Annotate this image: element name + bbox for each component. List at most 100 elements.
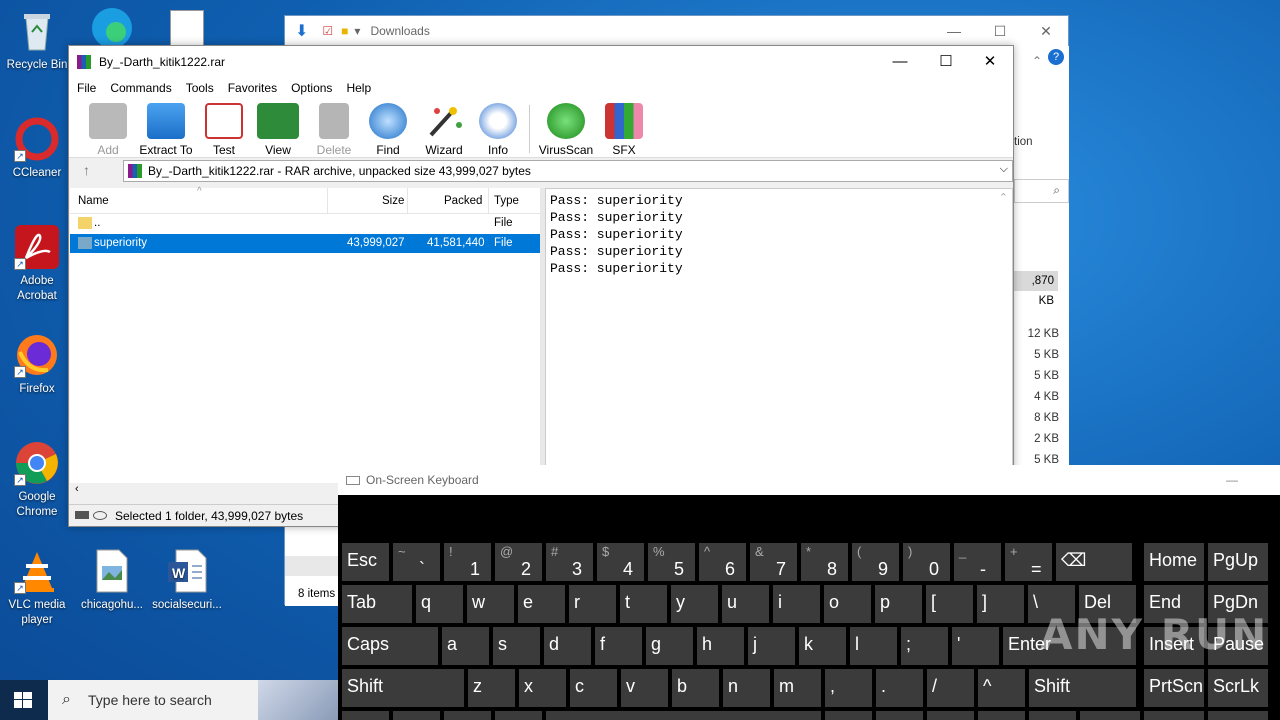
menu-help[interactable]: Help <box>346 81 371 95</box>
google-chrome-icon[interactable]: ↗ Google Chrome <box>0 440 74 520</box>
key-char[interactable]: Esc <box>342 543 389 581</box>
delete-button[interactable]: Delete <box>306 103 362 157</box>
view-button[interactable]: View <box>250 103 306 157</box>
quick-access-dropdown-icon[interactable]: ▾ <box>354 24 360 38</box>
find-button[interactable]: Find <box>360 103 416 157</box>
key-v[interactable]: v <box>621 669 668 707</box>
explorer-close-button[interactable]: ✕ <box>1023 16 1069 46</box>
key-symbol[interactable]: [ <box>926 585 973 623</box>
edge-icon[interactable] <box>88 4 136 48</box>
key-char[interactable]: PgUp <box>1208 543 1268 581</box>
key-help[interactable]: Help <box>1208 711 1268 720</box>
maximize-button[interactable]: ☐ <box>923 46 969 77</box>
extract-to-button[interactable]: Extract To <box>137 103 195 157</box>
key-k[interactable]: k <box>799 627 846 665</box>
scroll-up-icon[interactable]: ⌃ <box>999 191 1008 208</box>
key-a[interactable]: a <box>442 627 489 665</box>
key-symbol[interactable]: ; <box>901 627 948 665</box>
menu-file[interactable]: File <box>77 81 96 95</box>
menu-options[interactable]: Options <box>291 81 332 95</box>
key-y[interactable]: y <box>671 585 718 623</box>
key-symbol[interactable]: > <box>1029 711 1076 720</box>
drive-icon[interactable] <box>75 511 89 519</box>
key-symbol[interactable]: ] <box>977 585 1024 623</box>
address-field[interactable]: By_-Darth_kitik1222.rar - RAR archive, u… <box>123 160 1013 182</box>
key-symbol[interactable]: ' <box>952 627 999 665</box>
key-ctrl[interactable]: Ctrl <box>393 711 440 720</box>
column-packed[interactable]: Packed <box>444 195 482 207</box>
key-n[interactable]: n <box>723 669 770 707</box>
key-icon[interactable] <box>93 511 107 520</box>
recycle-bin-icon[interactable]: Recycle Bin <box>0 8 74 73</box>
key-char[interactable]: * 8 <box>801 543 848 581</box>
column-type[interactable]: Type <box>494 195 519 207</box>
key-char[interactable]: _ - <box>954 543 1001 581</box>
table-row[interactable]: .. File folde <box>70 214 540 248</box>
key-char[interactable]: ⌫ <box>1056 543 1132 581</box>
key-char[interactable]: #3 <box>546 543 593 581</box>
key-symbol[interactable]: . <box>876 669 923 707</box>
chicagohu-file-icon[interactable]: chicagohu... <box>75 548 149 613</box>
virusscan-button[interactable]: VirusScan <box>537 103 595 157</box>
horizontal-scrollbar[interactable]: ‹ <box>70 483 338 499</box>
key-s[interactable]: s <box>493 627 540 665</box>
key-e[interactable]: e <box>518 585 565 623</box>
close-button[interactable]: ✕ <box>967 46 1013 77</box>
key-blank[interactable] <box>546 711 821 720</box>
column-size[interactable]: Size <box>382 195 404 207</box>
firefox-icon[interactable]: ↗ Firefox <box>0 332 74 397</box>
key-tab[interactable]: Tab <box>342 585 412 623</box>
key-blank[interactable] <box>1080 711 1140 720</box>
key-ctrl[interactable]: Ctrl <box>876 711 923 720</box>
adobe-acrobat-icon[interactable]: ↗ Adobe Acrobat <box>0 224 74 304</box>
osk-minimize-button[interactable]: — <box>1226 465 1238 495</box>
key-char[interactable]: ) 0 <box>903 543 950 581</box>
taskbar-search-box[interactable]: ⌕ Type here to search <box>48 680 338 720</box>
add-button[interactable]: Add <box>80 103 136 157</box>
column-name[interactable]: Name <box>78 195 109 207</box>
key-char[interactable]: Home <box>1144 543 1204 581</box>
key-char[interactable]: @2 <box>495 543 542 581</box>
minimize-button[interactable]: — <box>877 46 923 77</box>
key-q[interactable]: q <box>416 585 463 623</box>
key-f[interactable]: f <box>595 627 642 665</box>
key-c[interactable]: c <box>570 669 617 707</box>
key-prtscn[interactable]: PrtScn <box>1144 669 1204 707</box>
key-char[interactable]: % 5 <box>648 543 695 581</box>
image-file-icon-partial[interactable] <box>170 10 204 48</box>
key-d[interactable]: d <box>544 627 591 665</box>
key-shift[interactable]: Shift <box>1029 669 1136 707</box>
key-scrlk[interactable]: ScrLk <box>1208 669 1268 707</box>
windows-start-icon[interactable] <box>14 692 32 708</box>
key-char[interactable]: & 7 <box>750 543 797 581</box>
key-char[interactable]: $4 <box>597 543 644 581</box>
key-char[interactable]: (9 <box>852 543 899 581</box>
explorer-minimize-button[interactable]: — <box>931 16 977 46</box>
key-h[interactable]: h <box>697 627 744 665</box>
key-char[interactable]: + = <box>1005 543 1052 581</box>
key-w[interactable]: w <box>467 585 514 623</box>
key-b[interactable]: b <box>672 669 719 707</box>
properties-icon[interactable]: ☑ <box>322 24 333 38</box>
key-fn[interactable]: Fn <box>342 711 389 720</box>
key-symbol[interactable]: , <box>825 669 872 707</box>
key-char[interactable]: ^ 6 <box>699 543 746 581</box>
help-icon[interactable]: ? <box>1048 49 1064 65</box>
explorer-search-box[interactable]: ⌕ <box>1014 179 1069 203</box>
nav-item[interactable] <box>285 556 339 576</box>
explorer-maximize-button[interactable]: ☐ <box>977 16 1023 46</box>
key-l[interactable]: l <box>850 627 897 665</box>
key-symbol[interactable]: / <box>927 669 974 707</box>
key-t[interactable]: t <box>620 585 667 623</box>
key-options[interactable]: Options <box>1144 711 1211 720</box>
test-button[interactable]: Test <box>196 103 252 157</box>
chevron-left-icon[interactable]: ‹ <box>75 483 79 495</box>
key-symbol[interactable]: ^ <box>978 669 1025 707</box>
key-z[interactable]: z <box>468 669 515 707</box>
key-g[interactable]: g <box>646 627 693 665</box>
key-char[interactable]: ~ ` <box>393 543 440 581</box>
chevron-up-icon[interactable]: ⌃ <box>1032 54 1042 68</box>
key-p[interactable]: p <box>875 585 922 623</box>
key-x[interactable]: x <box>519 669 566 707</box>
vlc-icon[interactable]: ↗ VLC media player <box>0 548 74 628</box>
